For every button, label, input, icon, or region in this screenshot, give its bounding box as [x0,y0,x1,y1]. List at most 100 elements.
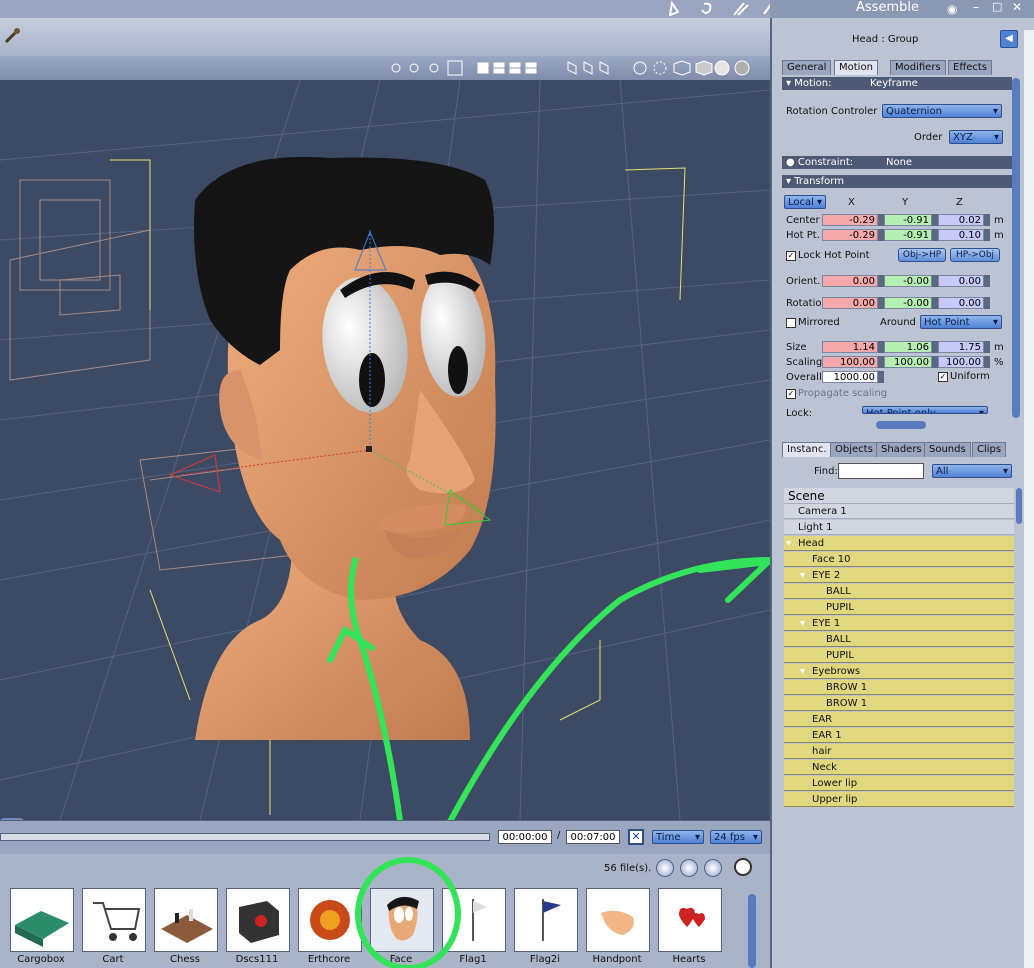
disclosure-triangle-icon[interactable]: ▾ [800,568,805,583]
filter-select[interactable]: All [932,464,1012,479]
tree-row[interactable]: ▾ EYE 1 [784,616,1014,631]
tree-row[interactable]: Neck [784,760,1014,775]
thumb-handpont[interactable] [586,888,650,952]
view-medium-icon[interactable] [680,859,698,877]
motion-section-header[interactable]: ▾ Motion: Keyframe [782,77,1012,90]
lock-select[interactable]: Hot Point only [862,406,988,414]
scaling-z-stepper[interactable] [984,356,990,368]
scaling-y-field[interactable]: 100.00 [884,356,932,368]
disclosure-triangle-icon[interactable]: ▾ [800,664,805,679]
current-time-field[interactable]: 00:00:00 [498,830,552,844]
orient-z-field[interactable]: 0.00 [938,275,984,287]
time-slider[interactable] [0,833,490,841]
transform-section-header[interactable]: ▾ Transform [782,175,1012,188]
hp-to-obj-button[interactable]: HP->Obj [950,248,1000,262]
center-y-field[interactable]: -0.91 [884,214,932,226]
center-z-stepper[interactable] [984,214,990,226]
view-small-icon[interactable] [704,859,722,877]
tree-row[interactable]: EAR [784,712,1014,727]
tree-row[interactable]: ▾ Eyebrows [784,664,1014,679]
tree-row[interactable]: ▾ Head [784,536,1014,551]
scaling-z-field[interactable]: 100.00 [938,356,984,368]
disclosure-triangle-icon[interactable]: ▾ [786,536,791,551]
end-time-field[interactable]: 00:07:00 [566,830,620,844]
close-icon[interactable]: ✕ [1012,0,1022,14]
rotation-y-field[interactable]: -0.00 [884,297,932,309]
thumb-cargobox[interactable] [10,888,74,952]
uniform-checkbox[interactable]: ✓ [938,372,948,382]
tab-shaders[interactable]: Shaders [876,442,927,457]
tree-row[interactable]: Face 10 [784,552,1014,567]
scaling-x-field[interactable]: 100.00 [822,356,878,368]
orient-y-field[interactable]: -0.00 [884,275,932,287]
view-mode-icons[interactable] [388,59,768,77]
size-z-stepper[interactable] [984,341,990,353]
browse-folder-icon[interactable] [734,858,752,876]
orient-x-field[interactable]: 0.00 [822,275,878,287]
panel-splitter[interactable] [876,421,926,429]
space-select[interactable]: Local [784,195,826,210]
thumb-flag2i[interactable] [514,888,578,952]
hotpt-y-field[interactable]: -0.91 [884,229,932,241]
overall-field[interactable]: 1000.00 [822,371,878,383]
thumb-hearts[interactable] [658,888,722,952]
size-y-field[interactable]: 1.06 [884,341,932,353]
tree-row[interactable]: BROW 1 [784,696,1014,711]
find-input[interactable] [838,463,924,479]
loop-toggle[interactable]: ✕ [628,829,644,845]
order-select[interactable]: XYZ [949,130,1003,145]
mirrored-checkbox[interactable] [786,318,796,328]
center-x-field[interactable]: -0.29 [822,214,878,226]
tree-row[interactable]: EAR 1 [784,728,1014,743]
tree-row[interactable]: Upper lip [784,792,1014,807]
hotpt-x-field[interactable]: -0.29 [822,229,878,241]
tree-row[interactable]: PUPIL [784,648,1014,663]
tab-effects[interactable]: Effects [948,60,992,75]
collapse-panel-button[interactable]: ◀ [1000,30,1018,48]
minimize-icon[interactable]: – [973,0,979,14]
rotation-x-field[interactable]: 0.00 [822,297,878,309]
tree-row[interactable]: Lower lip [784,776,1014,791]
tab-motion[interactable]: Motion [834,60,878,75]
tab-instances[interactable]: Instanc. [782,442,832,457]
properties-scrollbar[interactable] [1012,78,1020,418]
around-select[interactable]: Hot Point [920,315,1002,330]
tab-clips[interactable]: Clips [972,442,1007,457]
orient-z-stepper[interactable] [984,275,990,287]
rotation-controller-select[interactable]: Quaternion [882,104,1002,119]
tree-row[interactable]: ▾ EYE 2 [784,568,1014,583]
time-mode-select[interactable]: Time [652,830,704,845]
bone-icon[interactable] [2,26,22,46]
overall-stepper[interactable] [878,371,884,383]
tree-row[interactable]: BALL [784,584,1014,599]
size-z-field[interactable]: 1.75 [938,341,984,353]
maximize-icon[interactable]: □ [992,0,1002,13]
hotpt-z-field[interactable]: 0.10 [938,229,984,241]
rotation-z-stepper[interactable] [984,297,990,309]
tree-row[interactable]: BROW 1 [784,680,1014,695]
rotation-z-field[interactable]: 0.00 [938,297,984,309]
constraint-section-header[interactable]: ● Constraint: None [782,156,1012,169]
tab-general[interactable]: General [782,60,832,75]
disclosure-triangle-icon[interactable]: ▾ [800,616,805,631]
tree-row[interactable]: hair [784,744,1014,759]
obj-to-hp-button[interactable]: Obj->HP [898,248,946,262]
tab-objects[interactable]: Objects [830,442,878,457]
tree-row[interactable]: Camera 1 [784,504,1014,519]
fps-select[interactable]: 24 fps [710,830,762,845]
thumb-chess[interactable] [154,888,218,952]
hotpt-z-stepper[interactable] [984,229,990,241]
3d-viewport[interactable] [0,80,770,820]
view-large-icon[interactable] [656,859,674,877]
browser-scrollbar[interactable] [748,894,756,968]
eye-icon[interactable]: ◉ [947,2,957,16]
tab-modifiers[interactable]: Modifiers [890,60,946,75]
tool-icons[interactable] [660,0,770,18]
center-z-field[interactable]: 0.02 [938,214,984,226]
thumb-cart[interactable] [82,888,146,952]
tree-row[interactable]: Light 1 [784,520,1014,535]
tree-row[interactable]: PUPIL [784,600,1014,615]
thumb-dscs111[interactable] [226,888,290,952]
lock-hot-point-checkbox[interactable]: ✓ [786,251,796,261]
tab-sounds[interactable]: Sounds [924,442,971,457]
